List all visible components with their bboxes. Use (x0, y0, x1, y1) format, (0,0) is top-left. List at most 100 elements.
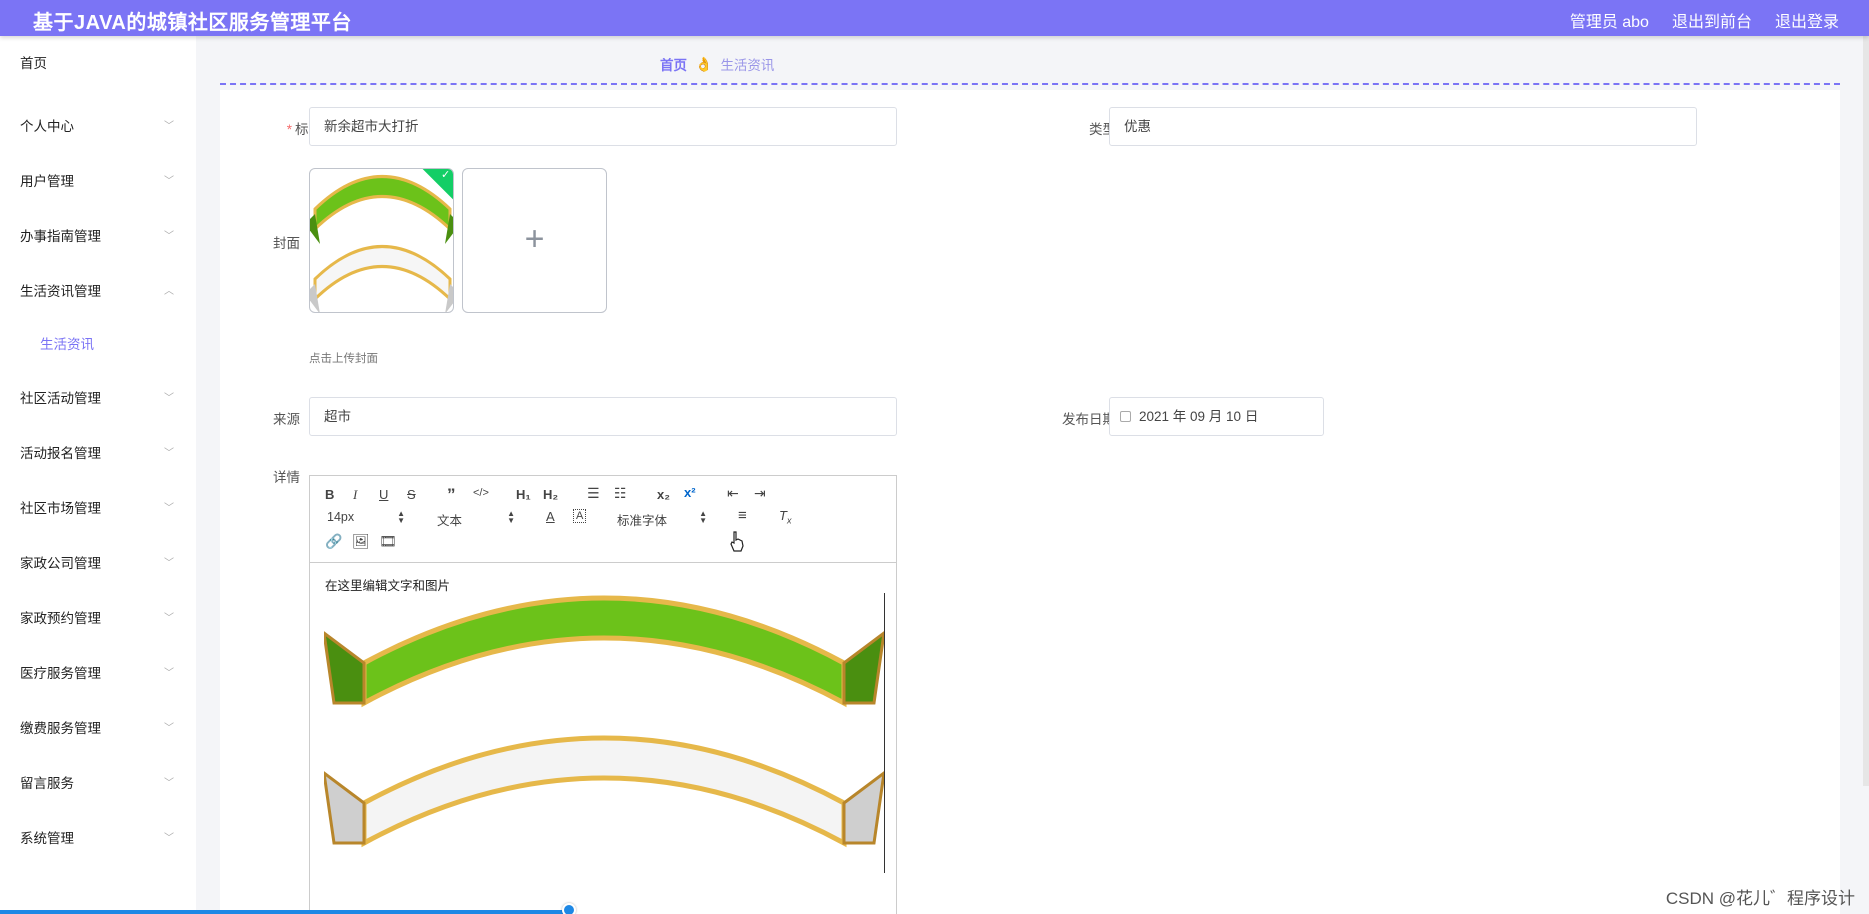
underline-icon[interactable]: U (379, 487, 388, 502)
sidebar-item-activity-signup[interactable]: 活动报名管理 ﹀ (0, 426, 196, 481)
cover-upload-button[interactable]: + (462, 168, 607, 313)
detail-label: 详情 (273, 470, 300, 485)
publish-date-picker[interactable]: 2021 年 09 月 10 日 (1109, 397, 1324, 436)
ordered-list-icon[interactable]: ☰ (587, 485, 600, 502)
breadcrumb-home[interactable]: 首页 (660, 54, 687, 74)
required-mark-icon: * (286, 122, 292, 137)
hand-cursor-icon (730, 531, 744, 552)
image-resize-line (884, 593, 885, 873)
type-input[interactable]: 优惠 (1109, 107, 1697, 146)
sidebar-item-label: 社区市场管理 (20, 501, 101, 516)
code-block-icon[interactable]: </> (473, 487, 489, 499)
source-input[interactable]: 超市 (309, 397, 897, 436)
sidebar-item-label: 医疗服务管理 (20, 666, 101, 681)
bullet-list-icon[interactable]: ☷ (614, 485, 627, 502)
ribbon-banner-image (324, 595, 884, 848)
sidebar-item-community-market[interactable]: 社区市场管理 ﹀ (0, 481, 196, 536)
font-size-select[interactable]: 14px ▲ ▼ (327, 509, 405, 525)
video-icon[interactable]: 🎞 (379, 533, 397, 550)
cover-thumbnail[interactable]: ✓ (309, 168, 454, 313)
sidebar-item-payment-service[interactable]: 缴费服务管理 ﹀ (0, 701, 196, 756)
sidebar-item-label: 生活资讯管理 (20, 284, 101, 299)
heading-1-icon[interactable]: H₁ (516, 487, 531, 502)
sidebar-item-housekeeping-booking[interactable]: 家政预约管理 ﹀ (0, 591, 196, 646)
sidebar-item-label: 个人中心 (20, 119, 74, 134)
admin-user-link[interactable]: 管理员 abo (1570, 8, 1649, 32)
font-color-icon[interactable]: A (546, 509, 555, 524)
sidebar-item-user-management[interactable]: 用户管理 ﹀ (0, 154, 196, 209)
logout-link[interactable]: 退出登录 (1775, 8, 1839, 32)
sidebar-subitem-life-news[interactable]: 生活资讯 (0, 319, 196, 371)
chevron-down-icon: ﹀ (164, 176, 174, 187)
chevron-down-icon: ﹀ (164, 613, 174, 624)
chevron-down-icon: ﹀ (164, 231, 174, 242)
app-title: 基于JAVA的城镇社区服务管理平台 (33, 12, 352, 34)
font-family-select[interactable]: 标准字体 ▲ ▼ (617, 510, 707, 529)
image-icon[interactable]: 🖼 (352, 533, 370, 550)
chevron-down-icon: ﹀ (164, 778, 174, 789)
font-family-value: 标准字体 (617, 514, 668, 528)
back-to-frontend-link[interactable]: 退出到前台 (1672, 8, 1752, 32)
sidebar: 首页 个人中心 ﹀ 用户管理 ﹀ 办事指南管理 ﹀ 生活资讯管理 ︿ 生活资讯 社区活动… (0, 36, 196, 914)
sidebar-item-label: 家政预约管理 (20, 611, 101, 626)
subscript-icon[interactable]: x₂ (657, 487, 670, 502)
publish-date-value: 2021 年 09 月 10 日 (1139, 409, 1259, 424)
ribbon-banner-image (310, 175, 453, 312)
breadcrumb-separator-icon: 👌 (695, 55, 713, 72)
outdent-icon[interactable]: ⇤ (727, 485, 739, 502)
progress-handle[interactable] (562, 903, 576, 914)
rich-text-editor: B I U S ” </> H₁ H₂ ☰ ☷ x₂ x² ⇤ ⇥ 14px ▲ ▼… (309, 475, 897, 914)
chevron-down-icon: ﹀ (164, 723, 174, 734)
editor-toolbar: B I U S ” </> H₁ H₂ ☰ ☷ x₂ x² ⇤ ⇥ 14px ▲ ▼… (310, 476, 896, 563)
strikethrough-icon[interactable]: S (407, 487, 416, 502)
chevron-down-icon: ﹀ (164, 558, 174, 569)
link-icon[interactable]: 🔗 (325, 533, 342, 550)
superscript-icon[interactable]: x² (684, 485, 696, 500)
title-input[interactable]: 新余超市大打折 (309, 107, 897, 146)
breadcrumb-current: 生活资讯 (720, 58, 775, 73)
font-size-value: 14px (327, 510, 355, 524)
chevron-down-icon: ﹀ (164, 668, 174, 679)
calendar-icon (1120, 411, 1131, 422)
sidebar-item-label: 缴费服务管理 (20, 721, 101, 736)
sidebar-item-label: 家政公司管理 (20, 556, 101, 571)
cover-upload-tip: 点击上传封面 (309, 353, 378, 365)
chevron-down-icon: ﹀ (164, 121, 174, 132)
sidebar-item-system-management[interactable]: 系统管理 ﹀ (0, 811, 196, 866)
main-content: 首页 👌 生活资讯 *标题 新余超市大打折 类型 优惠 封面 ✓ + 点击上传封 (196, 36, 1869, 914)
sidebar-item-guide-management[interactable]: 办事指南管理 ﹀ (0, 209, 196, 264)
chevron-down-icon: ﹀ (164, 833, 174, 844)
blockquote-icon[interactable]: ” (447, 485, 456, 505)
header-links: 管理员 abo 退出到前台 退出登录 (1570, 8, 1839, 32)
sidebar-item-label: 办事指南管理 (20, 229, 101, 244)
select-arrows-icon: ▲ ▼ (397, 509, 405, 525)
news-edit-form: *标题 新余超市大打折 类型 优惠 封面 ✓ + 点击上传封面 来源 超市 发布… (220, 90, 1840, 914)
select-arrows-icon: ▲ ▼ (507, 509, 515, 525)
chevron-down-icon: ﹀ (164, 393, 174, 404)
indent-icon[interactable]: ⇥ (754, 485, 766, 502)
heading-2-icon[interactable]: H₂ (543, 487, 558, 502)
sidebar-item-life-news-management[interactable]: 生活资讯管理 ︿ (0, 264, 196, 319)
top-header: 基于JAVA的城镇社区服务管理平台 管理员 abo 退出到前台 退出登录 (0, 0, 1869, 36)
plus-icon: + (524, 220, 545, 258)
check-icon: ✓ (441, 168, 451, 181)
editor-content-area[interactable]: 在这里编辑文字和图片 (310, 563, 896, 914)
chevron-down-icon: ﹀ (164, 448, 174, 459)
clear-format-icon[interactable]: Tx (779, 508, 791, 526)
sidebar-item-message-service[interactable]: 留言服务 ﹀ (0, 756, 196, 811)
sidebar-item-community-activity[interactable]: 社区活动管理 ﹀ (0, 371, 196, 426)
bold-icon[interactable]: B (325, 487, 334, 502)
sidebar-item-home[interactable]: 首页 (0, 36, 196, 99)
text-style-select[interactable]: 文本 ▲ ▼ (437, 510, 515, 529)
background-color-icon[interactable]: A (573, 509, 587, 523)
align-icon[interactable]: ≡ (738, 507, 747, 524)
sidebar-item-housekeeping-company[interactable]: 家政公司管理 ﹀ (0, 536, 196, 591)
sidebar-item-personal-center[interactable]: 个人中心 ﹀ (0, 99, 196, 154)
cover-label: 封面 (273, 236, 300, 251)
italic-icon[interactable]: I (353, 487, 357, 503)
sidebar-item-medical-service[interactable]: 医疗服务管理 ﹀ (0, 646, 196, 701)
sidebar-item-label: 用户管理 (20, 174, 74, 189)
source-label: 来源 (273, 412, 300, 427)
page-scrollbar[interactable] (1863, 36, 1869, 786)
sidebar-item-label: 活动报名管理 (20, 446, 101, 461)
